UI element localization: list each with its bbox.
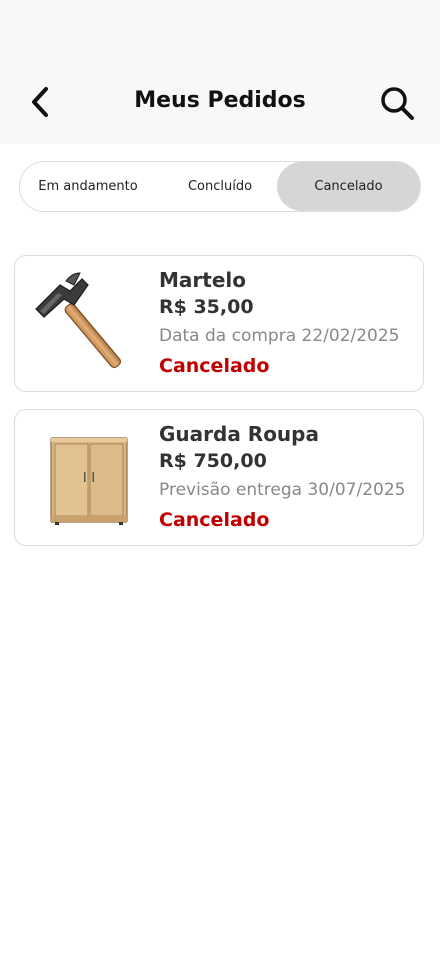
app-header: Meus Pedidos [0, 0, 440, 144]
status-badge: Cancelado [159, 355, 270, 377]
search-button[interactable] [378, 84, 416, 122]
order-info: Guarda Roupa R$ 750,00 Previsão entrega … [159, 421, 415, 535]
order-date: Data da compra 22/02/2025 [159, 326, 400, 346]
search-icon [381, 87, 414, 120]
order-card[interactable]: Guarda Roupa R$ 750,00 Previsão entrega … [14, 409, 424, 546]
product-name: Martelo [159, 268, 246, 292]
page-title: Meus Pedidos [134, 88, 306, 113]
order-card[interactable]: Martelo R$ 35,00 Data da compra 22/02/20… [14, 255, 424, 392]
status-badge: Cancelado [159, 509, 270, 531]
delivery-forecast: Previsão entrega 30/07/2025 [159, 480, 406, 500]
tab-cancelado[interactable]: Cancelado [277, 162, 420, 211]
tab-concluido[interactable]: Concluído [154, 162, 286, 211]
product-price: R$ 750,00 [159, 450, 267, 472]
tab-em-andamento[interactable]: Em andamento [20, 162, 156, 211]
product-price: R$ 35,00 [159, 296, 254, 318]
product-name: Guarda Roupa [159, 422, 319, 446]
order-status-tabs: Em andamento Concluído Cancelado [19, 161, 421, 212]
wardrobe-image [25, 420, 145, 535]
hammer-image [25, 266, 145, 381]
order-info: Martelo R$ 35,00 Data da compra 22/02/20… [159, 267, 415, 381]
